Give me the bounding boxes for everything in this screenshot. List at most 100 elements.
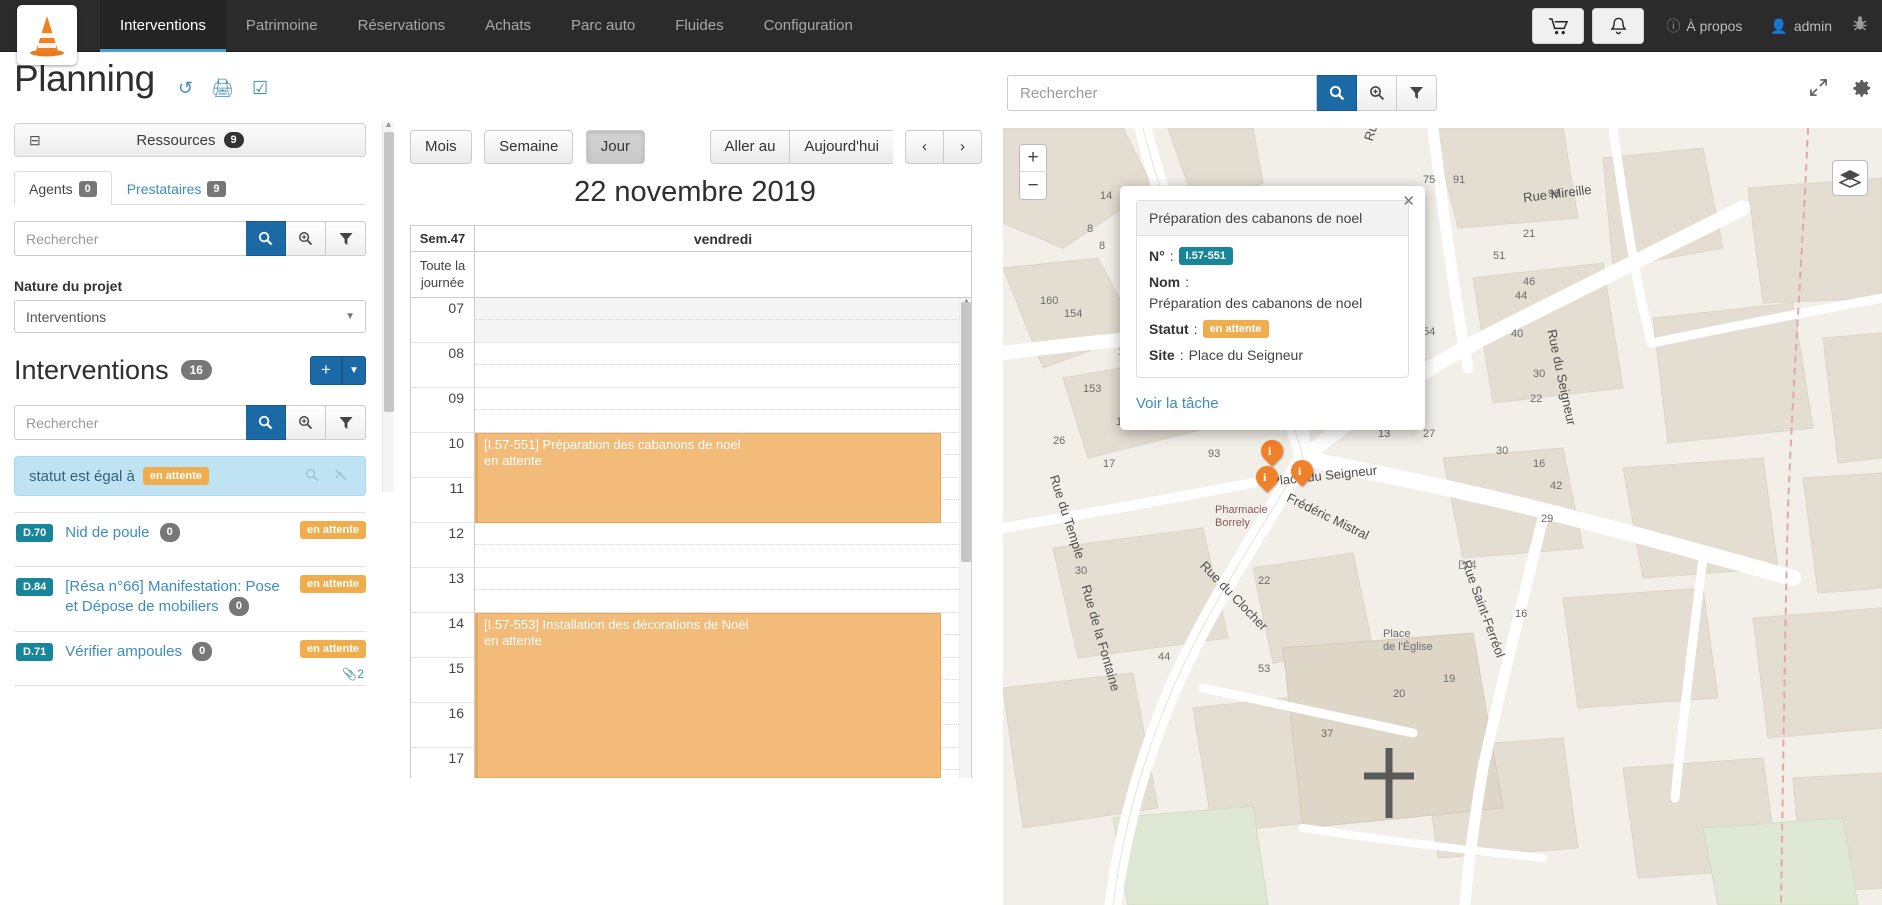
item-name[interactable]: Vérifier ampoules 0 <box>65 641 286 662</box>
active-filter-badge: en attente <box>142 467 209 485</box>
popup-number-label: N° <box>1149 248 1165 264</box>
interventions-count: 16 <box>180 360 212 380</box>
nav-link-configuration[interactable]: Configuration <box>744 0 873 52</box>
map-marker[interactable]: i <box>1286 455 1318 490</box>
filter-clear-icon[interactable] <box>334 468 349 485</box>
resource-advanced-search-button[interactable] <box>286 221 326 256</box>
view-week-button[interactable]: Semaine <box>484 130 574 164</box>
interventions-search-button[interactable] <box>246 405 286 440</box>
expand-arrows-icon[interactable] <box>1809 78 1828 104</box>
tab-prestataires[interactable]: Prestataires 9 <box>112 171 241 205</box>
prev-day-button[interactable]: ‹ <box>905 130 943 164</box>
status-badge: en attente <box>300 521 366 539</box>
list-item[interactable]: D.70 Nid de poule 0 en attente <box>14 513 366 567</box>
popup-colon: : <box>1185 274 1190 290</box>
interventions-search-input[interactable] <box>14 405 246 440</box>
interventions-filter-button[interactable] <box>326 405 366 440</box>
hour-cells[interactable] <box>475 523 971 568</box>
item-name[interactable]: Nid de poule 0 <box>65 523 254 543</box>
popup-view-task-link[interactable]: Voir la tâche <box>1136 395 1409 412</box>
today-button[interactable]: Aujourd'hui <box>789 130 893 164</box>
add-intervention-dropdown-icon[interactable]: ▼ <box>342 355 366 385</box>
sidebar-scrollbar[interactable]: ▲ <box>382 119 394 492</box>
list-item[interactable]: D.84 [Résa n°66] Manifestation: Pose et … <box>14 567 366 632</box>
allday-label-line2: journée <box>420 274 465 290</box>
navbar-right-actions: ⓘ À propos 👤 admin <box>1532 0 1872 52</box>
nav-link-interventions[interactable]: Interventions <box>100 0 226 52</box>
left-sidebar: ⊟ Ressources 9 Agents 0 Prestataires 9 R… <box>0 120 380 905</box>
calendar-grid: Sem.47 vendredi Toute la journée 07 08 0… <box>410 225 972 778</box>
allday-cell[interactable] <box>475 252 971 297</box>
hour-label: 10 <box>411 433 475 478</box>
map-popup: ✕ Préparation des cabanons de noel N° : … <box>1120 186 1425 430</box>
allday-label-line1: Toute la <box>419 258 466 274</box>
hour-cells[interactable] <box>475 298 971 343</box>
add-intervention-button[interactable]: + <box>310 355 342 385</box>
view-day-button[interactable]: Jour <box>585 130 645 164</box>
event-status: en attente <box>484 453 542 469</box>
next-day-button[interactable]: › <box>943 130 982 164</box>
map-search-input[interactable] <box>1007 75 1317 111</box>
scroll-up-icon[interactable]: ▲ <box>384 119 393 129</box>
app-logo[interactable] <box>17 5 77 65</box>
hour-row: 08 <box>411 343 971 388</box>
calendar-panel: Mois Semaine Jour Aller au Aujourd'hui ‹… <box>400 122 990 905</box>
bug-icon[interactable] <box>1852 15 1868 37</box>
map-panel[interactable]: 14 8 8 160 154 142 153 135 26 17 105 93 … <box>1003 128 1882 905</box>
map-filter-button[interactable] <box>1397 75 1437 111</box>
close-icon[interactable]: ✕ <box>1402 192 1415 210</box>
map-advanced-search-button[interactable] <box>1357 75 1397 111</box>
popup-row-site: Site : Place du Seigneur <box>1149 347 1396 363</box>
user-menu[interactable]: 👤 admin <box>1770 18 1832 35</box>
resources-panel-header[interactable]: ⊟ Ressources 9 <box>14 123 366 157</box>
shopping-cart-icon[interactable] <box>1532 8 1585 44</box>
calendar-header-row: Sem.47 vendredi <box>411 226 971 252</box>
hour-cells[interactable] <box>475 568 971 613</box>
about-link[interactable]: ⓘ À propos <box>1666 16 1742 36</box>
interventions-list: D.70 Nid de poule 0 en attente D.84 [Rés… <box>14 512 366 686</box>
hour-cells[interactable] <box>475 388 971 433</box>
nav-link-patrimoine[interactable]: Patrimoine <box>226 0 338 52</box>
map-marker[interactable]: i <box>1251 461 1283 496</box>
checkbox-icon[interactable]: ☑ <box>252 78 268 99</box>
calendar-event[interactable]: [I.57-553] Installation des décorations … <box>475 613 941 778</box>
nav-link-fluides[interactable]: Fluides <box>655 0 743 52</box>
hour-cells[interactable] <box>475 343 971 388</box>
hour-label: 17 <box>411 748 475 778</box>
goto-date-button[interactable]: Aller au <box>709 130 790 164</box>
hour-label: 13 <box>411 568 475 613</box>
resources-count: 9 <box>223 132 244 148</box>
sidebar-scroll-thumb[interactable] <box>384 132 394 412</box>
list-item[interactable]: D.71 Vérifier ampoules 0 en attente 📎2 <box>14 632 366 686</box>
nature-select[interactable]: Interventions ▼ <box>14 300 366 333</box>
map-zoom-in-button[interactable]: + <box>1020 145 1046 172</box>
calendar-scroll-thumb[interactable] <box>961 302 971 562</box>
tab-agents[interactable]: Agents 0 <box>14 171 112 205</box>
hour-label: 09 <box>411 388 475 433</box>
resource-filter-button[interactable] <box>326 221 366 256</box>
active-filter-chip[interactable]: statut est égal à en attente <box>14 456 366 496</box>
nav-link-reservations[interactable]: Réservations <box>338 0 466 52</box>
resource-search-input[interactable] <box>14 221 246 256</box>
nav-link-parc-auto[interactable]: Parc auto <box>551 0 655 52</box>
collapse-minus-icon[interactable]: ⊟ <box>29 132 41 149</box>
layers-icon[interactable] <box>1832 160 1868 196</box>
nav-link-achats[interactable]: Achats <box>465 0 551 52</box>
view-month-button[interactable]: Mois <box>410 130 472 164</box>
map-search-button[interactable] <box>1317 75 1357 111</box>
calendar-scrollbar[interactable]: ▲ <box>959 298 971 778</box>
printer-icon[interactable]: 🖨 <box>211 78 234 99</box>
gear-icon[interactable] <box>1852 78 1872 104</box>
interventions-advanced-search-button[interactable] <box>286 405 326 440</box>
popup-nom-value: Préparation des cabanons de noel <box>1149 295 1363 311</box>
calendar-date-title: 22 novembre 2019 <box>574 176 816 208</box>
bell-icon[interactable] <box>1592 8 1645 44</box>
filter-search-icon[interactable] <box>305 468 319 485</box>
popup-statut-value: en attente <box>1202 320 1269 338</box>
right-panel-toolbar <box>995 62 1882 122</box>
refresh-icon[interactable]: ↺ <box>178 78 193 99</box>
tab-prestataires-label: Prestataires <box>126 180 202 197</box>
map-zoom-out-button[interactable]: − <box>1020 172 1046 199</box>
calendar-event[interactable]: [I.57-551] Préparation des cabanons de n… <box>475 433 941 523</box>
resource-search-button[interactable] <box>246 221 286 256</box>
